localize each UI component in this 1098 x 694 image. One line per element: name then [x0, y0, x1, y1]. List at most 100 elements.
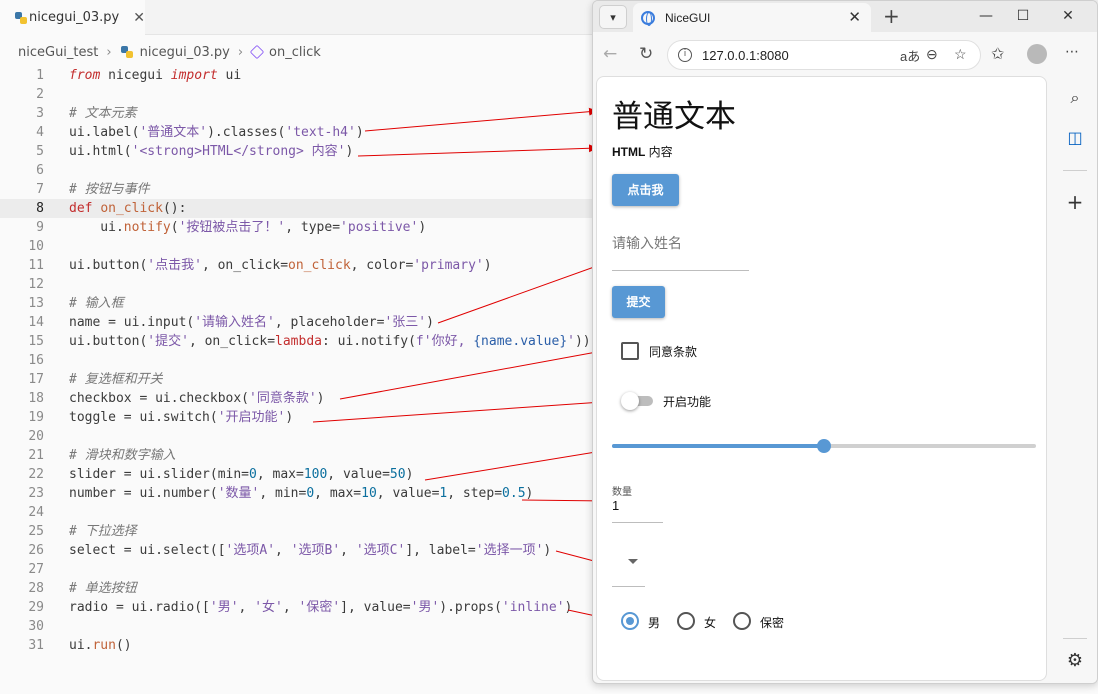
code-text[interactable]: ui.button('点击我', on_click=on_click, colo… [69, 256, 492, 275]
dropdown-arrow-icon[interactable] [628, 559, 638, 564]
option-select[interactable] [612, 547, 645, 587]
line-number: 30 [28, 619, 44, 634]
code-text[interactable]: name = ui.input('请输入姓名', placeholder='张三… [69, 313, 434, 332]
submit-button[interactable]: 提交 [612, 286, 665, 318]
settings-gear-icon[interactable]: ⚙ [1051, 650, 1097, 671]
checkbox-label: 同意条款 [649, 345, 698, 359]
radio-female[interactable] [677, 612, 695, 630]
line-number: 2 [36, 87, 44, 102]
number-label: 数量 [612, 487, 632, 498]
code-text[interactable]: select = ui.select(['选项A', '选项B', '选项C']… [69, 541, 551, 560]
code-token: slider = ui.slider(min= [69, 467, 250, 482]
code-text[interactable]: # 输入框 [69, 294, 124, 313]
zoom-out-icon[interactable]: ⊖ [926, 46, 938, 63]
code-token: , color= [350, 258, 414, 273]
code-text[interactable]: number = ui.number('数量', min=0, max=10, … [69, 484, 533, 503]
code-text[interactable]: # 下拉选择 [69, 522, 137, 541]
radio-label-female: 女 [704, 616, 717, 630]
code-token: '保密' [298, 600, 341, 615]
code-token: '男' [410, 600, 440, 615]
browser-window: ▾ NiceGUI ✕ + — ☐ ✕ ← ↻ i 127.0.0.1:8080… [592, 0, 1098, 684]
code-text[interactable]: # 按钮与事件 [69, 180, 150, 199]
code-text[interactable]: # 复选框和开关 [69, 370, 163, 389]
name-input[interactable] [612, 235, 749, 251]
agree-checkbox[interactable] [621, 342, 639, 360]
page-title: 普通文本 [612, 99, 736, 134]
code-token: import [170, 68, 218, 83]
code-token: ], value= [340, 600, 411, 615]
radio-label-secret: 保密 [760, 616, 785, 630]
breadcrumb-folder[interactable]: niceGui_test [18, 45, 98, 60]
code-token: ) [418, 220, 427, 235]
code-token: '按钮被点击了！' [178, 220, 286, 235]
read-aloud-icon[interactable]: aあ [900, 46, 920, 65]
code-text[interactable]: ui.html('<strong>HTML</strong> 内容') [69, 142, 353, 161]
name-input-field[interactable] [612, 225, 749, 271]
favorite-star-icon[interactable]: ☆ [954, 46, 967, 63]
code-token: , max= [256, 467, 304, 482]
code-text[interactable]: ui.notify('按钮被点击了！', type='positive') [69, 218, 426, 237]
close-icon[interactable]: ✕ [848, 8, 861, 26]
click-me-button[interactable]: 点击我 [612, 174, 679, 206]
more-options-icon[interactable]: ⋯ [1065, 44, 1079, 60]
info-icon[interactable]: i [678, 48, 692, 62]
breadcrumb-file[interactable]: nicegui_03.py [140, 45, 230, 60]
feature-switch-thumb[interactable] [621, 392, 639, 410]
url-text: 127.0.0.1:8080 [702, 48, 789, 63]
code-token: , [275, 543, 291, 558]
code-token: 100 [303, 467, 328, 482]
browser-title-bar: ▾ NiceGUI ✕ + — ☐ ✕ [593, 1, 1097, 32]
code-token: select = ui.select([ [69, 543, 226, 558]
code-token: '男' [209, 600, 239, 615]
radio-male[interactable] [621, 612, 639, 630]
html-text: 内容 [645, 145, 673, 159]
breadcrumb-symbol[interactable]: on_click [269, 45, 321, 60]
code-text[interactable]: radio = ui.radio(['男', '女', '保密'], value… [69, 598, 572, 617]
code-token: toggle = ui.switch( [69, 410, 218, 425]
minimize-icon[interactable]: — [973, 5, 999, 27]
line-number: 27 [28, 562, 44, 577]
code-token: , [238, 600, 255, 615]
address-bar: ← ↻ i 127.0.0.1:8080 aあ ⊖ ☆ ✩ ⋯ [593, 32, 1097, 76]
line-number: 5 [36, 144, 44, 159]
code-text[interactable]: # 单选按钮 [69, 579, 137, 598]
code-text[interactable]: ui.run() [69, 636, 132, 655]
code-token: ) [316, 391, 325, 406]
code-text[interactable]: slider = ui.slider(min=0, max=100, value… [69, 465, 413, 484]
line-number: 15 [28, 334, 44, 349]
code-token: ], label= [405, 543, 476, 558]
number-value[interactable]: 1 [612, 498, 619, 513]
divider [1063, 638, 1087, 639]
radio-secret[interactable] [733, 612, 751, 630]
code-text[interactable]: toggle = ui.switch('开启功能') [69, 408, 293, 427]
window-close-icon[interactable]: ✕ [1055, 5, 1081, 27]
outlook-icon[interactable]: ◫ [1051, 128, 1097, 147]
code-token: '同意条款' [249, 391, 317, 406]
line-number: 9 [36, 220, 44, 235]
maximize-icon[interactable]: ☐ [1010, 5, 1036, 27]
code-text[interactable]: # 滑块和数字输入 [69, 446, 176, 465]
slider-thumb[interactable] [817, 439, 831, 453]
code-text[interactable]: # 文本元素 [69, 104, 137, 123]
search-icon[interactable]: ⌕ [1051, 88, 1097, 108]
back-arrow-icon[interactable]: ← [603, 44, 617, 64]
browser-tab[interactable]: NiceGUI ✕ [633, 3, 871, 32]
code-text[interactable]: def on_click(): [69, 199, 186, 218]
profile-avatar[interactable] [1027, 44, 1047, 64]
line-number: 21 [28, 448, 44, 463]
url-field[interactable]: i 127.0.0.1:8080 aあ ⊖ ☆ [667, 40, 981, 70]
code-text[interactable]: from nicegui import ui [69, 66, 241, 85]
editor-tab[interactable]: nicegui_03.py ✕ [0, 0, 145, 35]
tab-actions-chevron-icon[interactable]: ▾ [599, 5, 627, 29]
code-text[interactable]: ui.button('提交', on_click=lambda: ui.noti… [69, 332, 591, 351]
refresh-icon[interactable]: ↻ [639, 44, 653, 64]
add-plus-icon[interactable]: + [1051, 190, 1097, 214]
code-text[interactable]: checkbox = ui.checkbox('同意条款') [69, 389, 325, 408]
close-icon[interactable]: ✕ [133, 10, 145, 26]
quantity-number-field[interactable]: 数量 1 [612, 479, 663, 523]
new-tab-plus-icon[interactable]: + [883, 4, 900, 28]
code-text[interactable]: ui.label('普通文本').classes('text-h4') [69, 123, 364, 142]
breadcrumb: niceGui_test › nicegui_03.py › on_click [18, 42, 321, 62]
favorites-list-icon[interactable]: ✩ [991, 44, 1004, 63]
code-token: , min= [259, 486, 307, 501]
